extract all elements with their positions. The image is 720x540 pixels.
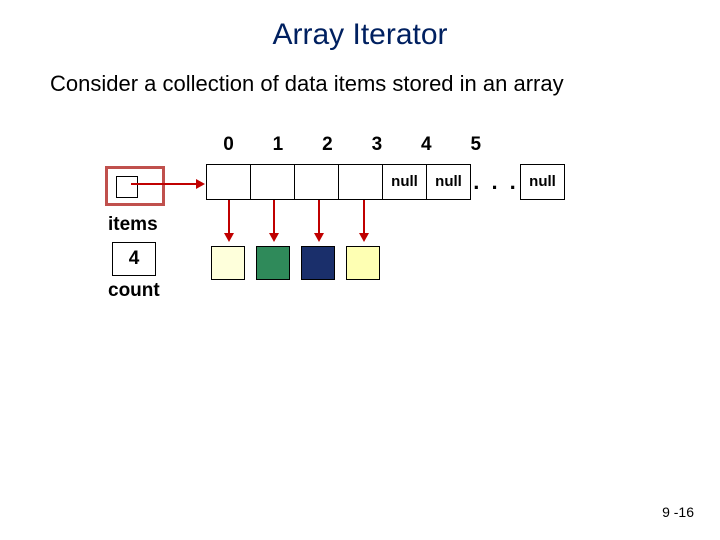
index-0: 0 bbox=[206, 134, 251, 156]
data-box-0 bbox=[211, 246, 245, 280]
index-2: 2 bbox=[305, 134, 350, 156]
count-label: count bbox=[108, 280, 160, 302]
cell-5: null bbox=[426, 164, 471, 200]
arrow-items-to-array bbox=[131, 183, 203, 185]
page-title: Array Iterator bbox=[0, 0, 720, 52]
cell-last: null bbox=[520, 164, 565, 200]
index-row: 0 1 2 3 4 5 bbox=[206, 134, 498, 156]
index-1: 1 bbox=[255, 134, 300, 156]
cell-0 bbox=[206, 164, 251, 200]
count-box: 4 bbox=[112, 242, 156, 276]
arrow-cell-2 bbox=[318, 200, 320, 240]
cell-1 bbox=[250, 164, 295, 200]
arrow-cell-1 bbox=[273, 200, 275, 240]
slide-number: 9 -16 bbox=[662, 504, 694, 520]
data-box-1 bbox=[256, 246, 290, 280]
array-diagram: items 0 1 2 3 4 5 null null . . . null 4… bbox=[0, 128, 720, 328]
index-3: 3 bbox=[354, 134, 399, 156]
cell-2 bbox=[294, 164, 339, 200]
index-4: 4 bbox=[404, 134, 449, 156]
data-box-3 bbox=[346, 246, 380, 280]
items-pointer-box bbox=[105, 166, 165, 206]
page-subtitle: Consider a collection of data items stor… bbox=[0, 52, 720, 98]
arrow-cell-0 bbox=[228, 200, 230, 240]
data-box-2 bbox=[301, 246, 335, 280]
arrow-cell-3 bbox=[363, 200, 365, 240]
items-label: items bbox=[108, 214, 158, 236]
index-5: 5 bbox=[453, 134, 498, 156]
items-pointer-inner bbox=[116, 176, 138, 198]
cell-4: null bbox=[382, 164, 427, 200]
array-cells: null null . . . null bbox=[206, 164, 565, 200]
cell-3 bbox=[338, 164, 383, 200]
ellipsis: . . . bbox=[471, 164, 521, 200]
